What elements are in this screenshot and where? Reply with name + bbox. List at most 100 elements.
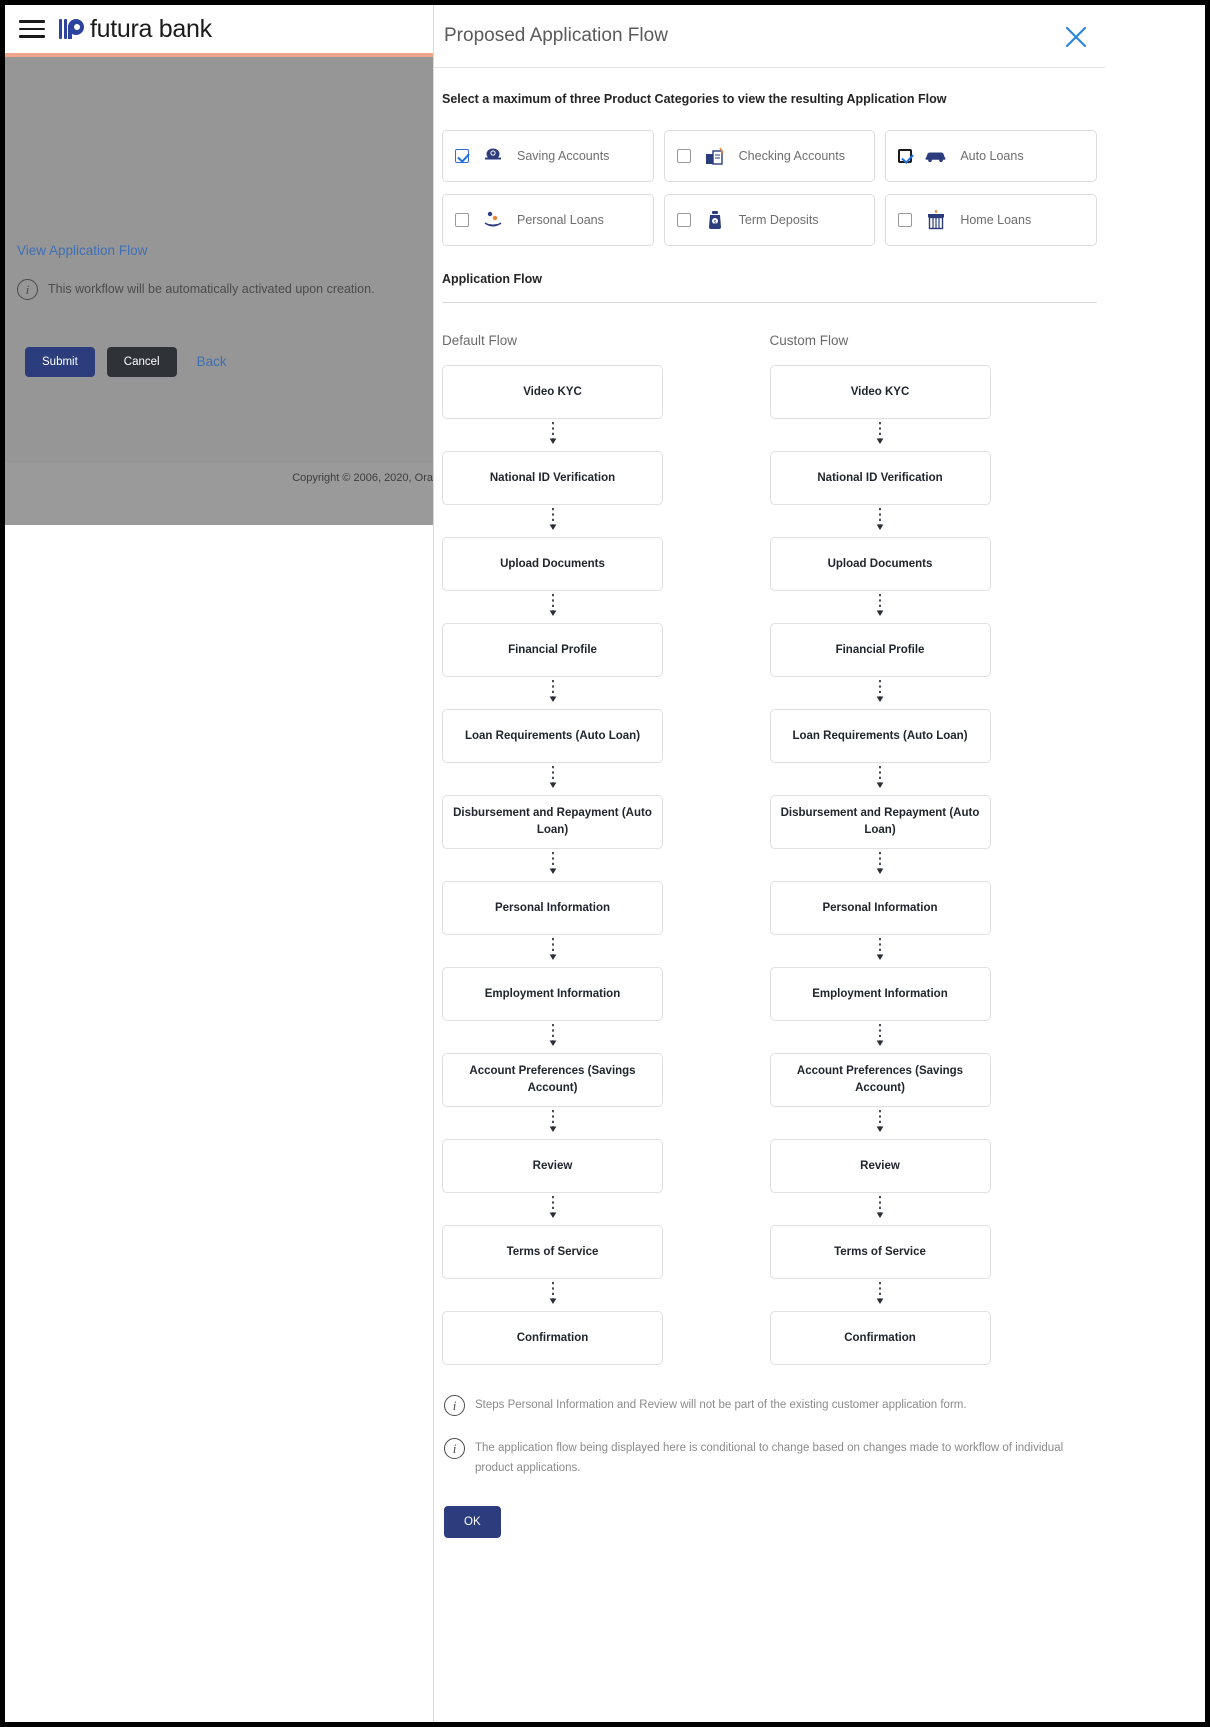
default-flow-steps: Video KYC National ID Verification Upload … bbox=[442, 365, 770, 1365]
flow-arrow bbox=[770, 591, 991, 623]
flow-step-box: National ID Verification bbox=[442, 451, 663, 505]
note-steps-exclusion: i Steps Personal Information and Review … bbox=[444, 1395, 1095, 1416]
deposit-jar-icon: $ bbox=[702, 209, 728, 231]
flow-step-box: Financial Profile bbox=[769, 623, 991, 677]
flow-step-box: Review bbox=[769, 1139, 991, 1193]
custom-flow-title: Custom Flow bbox=[769, 333, 849, 348]
flow-step-box: Account Preferences (Savings Account) bbox=[442, 1053, 663, 1107]
note-text: The application flow being displayed her… bbox=[475, 1442, 1064, 1474]
info-icon: i bbox=[444, 1438, 465, 1459]
svg-text:$: $ bbox=[713, 220, 716, 226]
flow-step-box: Personal Information bbox=[769, 881, 991, 935]
application-flow-heading: Application Flow bbox=[442, 272, 542, 286]
flow-arrow bbox=[770, 677, 991, 709]
workflow-note-text: This workflow will be automatically acti… bbox=[48, 282, 375, 296]
cancel-button[interactable]: Cancel bbox=[106, 346, 177, 377]
workflow-activation-note: i This workflow will be automatically ac… bbox=[17, 279, 375, 300]
panel-header: Proposed Application Flow bbox=[434, 5, 1105, 68]
info-icon: i bbox=[17, 279, 38, 300]
flow-step-box: Upload Documents bbox=[769, 537, 991, 591]
flow-step-box: Video KYC bbox=[442, 365, 663, 419]
checkbox-saving-accounts[interactable] bbox=[455, 149, 469, 163]
flow-step-box: Personal Information bbox=[442, 881, 663, 935]
category-label: Auto Loans bbox=[960, 149, 1024, 163]
checkbox-checking-accounts[interactable] bbox=[676, 149, 691, 163]
flow-arrow bbox=[442, 677, 663, 709]
car-icon bbox=[923, 145, 949, 167]
category-card-saving-accounts[interactable]: Saving Accounts bbox=[442, 130, 654, 182]
flow-step-box: Loan Requirements (Auto Loan) bbox=[769, 709, 991, 763]
note-text: Steps Personal Information and Review wi… bbox=[475, 1399, 967, 1411]
house-icon bbox=[923, 209, 949, 231]
hamburger-menu-icon[interactable] bbox=[19, 20, 45, 38]
copyright-text: Copyright © 2006, 2020, Ora bbox=[292, 472, 433, 484]
category-label: Saving Accounts bbox=[517, 149, 610, 163]
flow-step-box: Upload Documents bbox=[442, 537, 663, 591]
background-application: futura bank View Application Flow i This… bbox=[5, 5, 433, 525]
flow-arrow bbox=[442, 505, 663, 537]
checkbox-home-loans[interactable] bbox=[898, 213, 913, 227]
default-flow-column: Default Flow Video KYC National ID Verifi… bbox=[442, 333, 770, 1365]
futura-bank-logo-icon bbox=[59, 17, 85, 41]
flow-arrow bbox=[442, 763, 663, 795]
info-icon: i bbox=[444, 1395, 465, 1416]
category-label: Term Deposits bbox=[738, 213, 819, 227]
brand-name: futura bank bbox=[90, 14, 212, 43]
footer-notes: i Steps Personal Information and Review … bbox=[434, 1365, 1105, 1478]
flow-arrow bbox=[442, 1107, 663, 1139]
flow-step-box: Loan Requirements (Auto Loan) bbox=[442, 709, 663, 763]
flow-step-box: Terms of Service bbox=[769, 1225, 991, 1279]
checkbox-auto-loans[interactable] bbox=[898, 149, 913, 163]
custom-flow-column: Custom Flow Video KYC National ID Verific… bbox=[769, 333, 1098, 1365]
flow-arrow bbox=[442, 591, 663, 623]
flow-step-box: Financial Profile bbox=[442, 623, 663, 677]
flow-step-box: Disbursement and Repayment (Auto Loan) bbox=[442, 795, 663, 849]
category-card-checking-accounts[interactable]: Checking Accounts bbox=[663, 130, 876, 182]
selection-instruction: Select a maximum of three Product Catego… bbox=[442, 92, 947, 106]
note-conditional-flow: i The application flow being displayed h… bbox=[444, 1438, 1095, 1478]
close-icon[interactable] bbox=[1063, 24, 1089, 50]
custom-flow-steps: Video KYC National ID Verification Upload … bbox=[769, 365, 1098, 1365]
flow-arrow bbox=[442, 935, 663, 967]
brand-logo: futura bank bbox=[59, 15, 212, 44]
ok-button[interactable]: OK bbox=[444, 1506, 501, 1539]
flow-step-box: Video KYC bbox=[769, 365, 991, 419]
flow-step-box: National ID Verification bbox=[769, 451, 991, 505]
flow-step-box: Account Preferences (Savings Account) bbox=[769, 1053, 991, 1107]
category-label: Personal Loans bbox=[517, 213, 604, 227]
back-button[interactable]: Back bbox=[189, 345, 235, 378]
hand-coins-icon bbox=[480, 209, 506, 231]
category-label: Checking Accounts bbox=[738, 149, 845, 163]
app-header: futura bank bbox=[5, 5, 433, 57]
product-category-grid: Saving Accounts Checking Accounts Auto L… bbox=[434, 106, 1105, 246]
category-card-term-deposits[interactable]: $ Term Deposits bbox=[663, 194, 876, 246]
app-body: View Application Flow i This workflow wi… bbox=[5, 57, 433, 525]
flow-arrow bbox=[770, 935, 991, 967]
submit-button[interactable]: Submit bbox=[25, 346, 95, 377]
flow-step-box: Terms of Service bbox=[442, 1225, 663, 1279]
checkbox-term-deposits[interactable] bbox=[676, 213, 691, 227]
flow-arrow bbox=[442, 1193, 663, 1225]
panel-title: Proposed Application Flow bbox=[444, 25, 668, 46]
form-action-buttons: Submit Cancel Back bbox=[25, 345, 235, 378]
default-flow-title: Default Flow bbox=[442, 333, 518, 348]
flow-step-box: Review bbox=[442, 1139, 663, 1193]
category-card-home-loans[interactable]: Home Loans bbox=[885, 194, 1097, 246]
category-card-personal-loans[interactable]: Personal Loans bbox=[442, 194, 654, 246]
flow-arrow bbox=[770, 505, 991, 537]
proposed-application-flow-panel: Proposed Application Flow Select a maxim… bbox=[433, 5, 1105, 1722]
checkbox-personal-loans[interactable] bbox=[455, 213, 469, 227]
view-application-flow-link[interactable]: View Application Flow bbox=[17, 243, 147, 258]
flow-step-box: Employment Information bbox=[442, 967, 663, 1021]
screenshot-root: futura bank View Application Flow i This… bbox=[0, 0, 1210, 1727]
flow-step-box: Confirmation bbox=[769, 1311, 991, 1365]
flow-arrow bbox=[770, 1021, 991, 1053]
flow-columns: Default Flow Video KYC National ID Verifi… bbox=[434, 303, 1105, 1365]
flow-step-box: Confirmation bbox=[442, 1311, 663, 1365]
flow-arrow bbox=[770, 849, 991, 881]
category-card-auto-loans[interactable]: Auto Loans bbox=[885, 130, 1097, 182]
flow-arrow bbox=[442, 849, 663, 881]
flow-step-box: Employment Information bbox=[769, 967, 991, 1021]
category-label: Home Loans bbox=[960, 213, 1032, 227]
flow-arrow bbox=[442, 1279, 663, 1311]
